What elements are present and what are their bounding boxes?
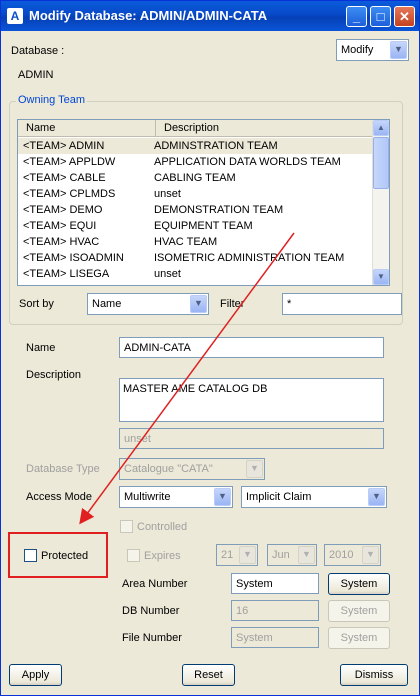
expires-month-value: Jun [272,549,290,561]
window-title: Modify Database: ADMIN/ADMIN-CATA [29,8,268,23]
chevron-down-icon: ▼ [390,41,407,59]
apply-button[interactable]: Apply [9,664,62,686]
minimize-button[interactable]: _ [346,6,367,27]
expires-day-value: 21 [221,549,234,561]
sort-by-label: Sort by [19,298,54,310]
team-name-cell: <TEAM> CPLMDS [23,188,116,200]
table-row[interactable]: <TEAM> APPLDW APPLICATION DATA WORLDS TEA… [18,154,374,170]
chevron-down-icon: ▼ [246,460,263,478]
description-textarea[interactable]: MASTER AME CATALOG DB [119,378,384,422]
expires-year-value: 2010 [329,549,354,561]
chevron-down-icon: ▼ [368,488,385,506]
mode-select[interactable]: Modify ▼ [336,39,409,61]
table-row[interactable]: <TEAM> DEMO DEMONSTRATION TEAM [18,202,374,218]
sort-by-value: Name [92,298,122,310]
database-value: ADMIN [18,69,54,81]
table-row[interactable]: <TEAM> ADMIN ADMINSTRATION TEAM [18,138,374,154]
team-description-cell: unset [154,268,181,280]
table-row[interactable]: <TEAM> LISEGA unset [18,266,374,282]
app-icon: A [7,8,23,24]
column-header-description[interactable]: Description [156,120,374,137]
database-label: Database : [11,45,65,57]
filter-input[interactable]: * [282,293,402,315]
filter-label: Filter [220,298,245,310]
table-row[interactable]: <TEAM> CPLMDS unset [18,186,374,202]
team-description-cell: APPLICATION DATA WORLDS TEAM [154,156,341,168]
team-name-cell: <TEAM> LISEGA [23,268,110,280]
team-name-cell: <TEAM> CABLE [23,172,106,184]
controlled-checkbox [120,520,133,533]
access-mode-label: Access Mode [26,491,93,503]
team-description-cell: ADMINSTRATION TEAM [154,140,278,152]
team-description-cell: unset [154,188,181,200]
table-header: Name Description [18,120,374,137]
db-number-input: 16 [231,600,319,621]
team-description-cell: EQUIPMENT TEAM [154,220,253,232]
scroll-up-icon[interactable]: ▲ [373,120,389,136]
expires-label: Expires [144,550,181,562]
chevron-down-icon: ▼ [190,295,207,313]
database-type-select: Catalogue "CATA" ▼ [119,458,265,480]
access-mode-select[interactable]: Multiwrite ▼ [119,486,233,508]
table-row[interactable]: <TEAM> HVAC HVAC TEAM [18,234,374,250]
team-description-cell: DEMONSTRATION TEAM [154,204,284,216]
name-label: Name [26,342,56,354]
access-mode-value: Multiwrite [124,491,171,503]
file-number-label: File Number [122,632,182,644]
description-value: MASTER AME CATALOG DB [123,383,268,395]
expires-month-select: Jun ▼ [267,544,317,566]
team-description-cell: CABLING TEAM [154,172,236,184]
annotation-highlight-box [8,532,108,578]
team-description-cell: ISOMETRIC ADMINISTRATION TEAM [154,252,345,264]
database-type-value: Catalogue "CATA" [124,463,213,475]
db-system-button: System [328,600,390,622]
owning-team-title: Owning Team [16,94,88,106]
area-number-label: Area Number [122,578,188,590]
team-name-cell: <TEAM> DEMO [23,204,103,216]
claim-value: Implicit Claim [246,491,312,503]
chevron-down-icon: ▼ [214,488,231,506]
name-input[interactable]: ADMIN-CATA [119,337,384,358]
table-row[interactable]: <TEAM> CABLE CABLING TEAM [18,170,374,186]
chevron-down-icon: ▼ [239,546,256,564]
maximize-button[interactable]: □ [370,6,391,27]
dismiss-button[interactable]: Dismiss [340,664,408,686]
close-button[interactable]: ✕ [394,6,415,27]
expires-checkbox [127,549,140,562]
table-scrollbar[interactable]: ▲ ▼ [372,120,389,285]
expires-year-select: 2010 ▼ [324,544,381,566]
file-number-input: System [231,627,319,648]
db-number-label: DB Number [122,605,180,617]
team-name-cell: <TEAM> HVAC [23,236,100,248]
description-label: Description [26,369,82,381]
modify-database-window: A Modify Database: ADMIN/ADMIN-CATA _ □ … [0,0,420,696]
scroll-down-icon[interactable]: ▼ [373,269,389,285]
unset-field: unset [119,428,384,449]
controlled-label: Controlled [137,521,188,533]
column-header-name[interactable]: Name [18,120,156,137]
team-description-cell: HVAC TEAM [154,236,218,248]
table-row[interactable]: <TEAM> ISOADMIN ISOMETRIC ADMINISTRATION … [18,250,374,266]
claim-select[interactable]: Implicit Claim ▼ [241,486,387,508]
team-table: Name Description <TEAM> ADMIN ADMINSTRATI… [17,119,390,286]
mode-select-value: Modify [341,44,374,56]
database-type-label: Database Type [26,463,100,475]
area-system-button[interactable]: System [328,573,390,595]
title-bar[interactable]: A Modify Database: ADMIN/ADMIN-CATA _ □ … [1,1,419,31]
area-number-input[interactable]: System [231,573,319,594]
reset-button[interactable]: Reset [182,664,235,686]
scroll-thumb[interactable] [373,137,389,189]
chevron-down-icon: ▼ [298,546,315,564]
file-system-button: System [328,627,390,649]
sort-by-select[interactable]: Name ▼ [87,293,209,315]
team-name-cell: <TEAM> ADMIN [23,140,105,152]
team-name-cell: <TEAM> EQUI [23,220,97,232]
expires-day-select: 21 ▼ [216,544,258,566]
team-name-cell: <TEAM> ISOADMIN [23,252,124,264]
team-name-cell: <TEAM> APPLDW [23,156,116,168]
table-row[interactable]: <TEAM> EQUI EQUIPMENT TEAM [18,218,374,234]
chevron-down-icon: ▼ [362,546,379,564]
